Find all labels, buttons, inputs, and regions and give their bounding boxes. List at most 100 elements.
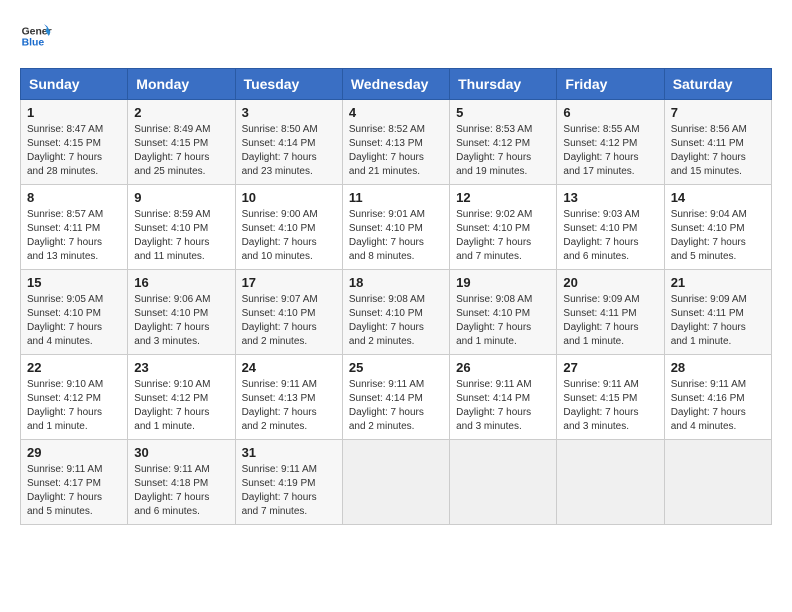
day-number: 6 [563,105,657,120]
day-info: Sunrise: 8:59 AMSunset: 4:10 PMDaylight:… [134,208,228,264]
calendar-cell: 15 Sunrise: 9:05 AMSunset: 4:10 PMDaylig… [21,270,128,355]
day-info: Sunrise: 9:01 AMSunset: 4:10 PMDaylight:… [349,208,443,264]
day-info: Sunrise: 9:11 AMSunset: 4:16 PMDaylight:… [671,378,765,434]
weekday-header-wednesday: Wednesday [342,69,449,100]
calendar-cell: 17 Sunrise: 9:07 AMSunset: 4:10 PMDaylig… [235,270,342,355]
weekday-header-tuesday: Tuesday [235,69,342,100]
day-number: 21 [671,275,765,290]
day-info: Sunrise: 9:11 AMSunset: 4:13 PMDaylight:… [242,378,336,434]
day-info: Sunrise: 8:53 AMSunset: 4:12 PMDaylight:… [456,123,550,179]
day-info: Sunrise: 9:02 AMSunset: 4:10 PMDaylight:… [456,208,550,264]
day-number: 19 [456,275,550,290]
calendar-cell: 8 Sunrise: 8:57 AMSunset: 4:11 PMDayligh… [21,185,128,270]
day-number: 7 [671,105,765,120]
day-info: Sunrise: 9:04 AMSunset: 4:10 PMDaylight:… [671,208,765,264]
day-number: 11 [349,190,443,205]
calendar-cell: 18 Sunrise: 9:08 AMSunset: 4:10 PMDaylig… [342,270,449,355]
day-info: Sunrise: 9:11 AMSunset: 4:15 PMDaylight:… [563,378,657,434]
calendar-week-3: 15 Sunrise: 9:05 AMSunset: 4:10 PMDaylig… [21,270,772,355]
day-number: 14 [671,190,765,205]
day-number: 30 [134,445,228,460]
calendar-week-1: 1 Sunrise: 8:47 AMSunset: 4:15 PMDayligh… [21,100,772,185]
day-info: Sunrise: 8:52 AMSunset: 4:13 PMDaylight:… [349,123,443,179]
day-info: Sunrise: 8:50 AMSunset: 4:14 PMDaylight:… [242,123,336,179]
calendar-cell: 23 Sunrise: 9:10 AMSunset: 4:12 PMDaylig… [128,355,235,440]
day-info: Sunrise: 9:09 AMSunset: 4:11 PMDaylight:… [671,293,765,349]
calendar-cell: 12 Sunrise: 9:02 AMSunset: 4:10 PMDaylig… [450,185,557,270]
day-number: 10 [242,190,336,205]
day-number: 3 [242,105,336,120]
calendar-cell: 27 Sunrise: 9:11 AMSunset: 4:15 PMDaylig… [557,355,664,440]
logo-icon: General Blue [20,20,52,52]
weekday-header-thursday: Thursday [450,69,557,100]
day-info: Sunrise: 9:11 AMSunset: 4:14 PMDaylight:… [456,378,550,434]
calendar-cell: 26 Sunrise: 9:11 AMSunset: 4:14 PMDaylig… [450,355,557,440]
day-number: 28 [671,360,765,375]
day-number: 29 [27,445,121,460]
logo: General Blue [20,20,56,52]
day-number: 20 [563,275,657,290]
day-number: 27 [563,360,657,375]
day-number: 26 [456,360,550,375]
day-number: 31 [242,445,336,460]
day-info: Sunrise: 9:03 AMSunset: 4:10 PMDaylight:… [563,208,657,264]
day-info: Sunrise: 8:56 AMSunset: 4:11 PMDaylight:… [671,123,765,179]
weekday-header-sunday: Sunday [21,69,128,100]
calendar-cell: 16 Sunrise: 9:06 AMSunset: 4:10 PMDaylig… [128,270,235,355]
day-info: Sunrise: 9:10 AMSunset: 4:12 PMDaylight:… [134,378,228,434]
day-info: Sunrise: 9:11 AMSunset: 4:19 PMDaylight:… [242,463,336,519]
calendar-cell: 7 Sunrise: 8:56 AMSunset: 4:11 PMDayligh… [664,100,771,185]
day-number: 1 [27,105,121,120]
day-info: Sunrise: 8:57 AMSunset: 4:11 PMDaylight:… [27,208,121,264]
day-number: 5 [456,105,550,120]
calendar-cell: 30 Sunrise: 9:11 AMSunset: 4:18 PMDaylig… [128,440,235,525]
day-number: 16 [134,275,228,290]
calendar-cell: 4 Sunrise: 8:52 AMSunset: 4:13 PMDayligh… [342,100,449,185]
day-info: Sunrise: 9:11 AMSunset: 4:18 PMDaylight:… [134,463,228,519]
page-header: General Blue [20,20,772,52]
calendar-cell: 11 Sunrise: 9:01 AMSunset: 4:10 PMDaylig… [342,185,449,270]
calendar-cell: 24 Sunrise: 9:11 AMSunset: 4:13 PMDaylig… [235,355,342,440]
calendar-table: SundayMondayTuesdayWednesdayThursdayFrid… [20,68,772,525]
day-number: 22 [27,360,121,375]
day-info: Sunrise: 9:11 AMSunset: 4:17 PMDaylight:… [27,463,121,519]
day-info: Sunrise: 9:05 AMSunset: 4:10 PMDaylight:… [27,293,121,349]
day-number: 23 [134,360,228,375]
calendar-cell: 20 Sunrise: 9:09 AMSunset: 4:11 PMDaylig… [557,270,664,355]
calendar-cell: 3 Sunrise: 8:50 AMSunset: 4:14 PMDayligh… [235,100,342,185]
calendar-cell: 10 Sunrise: 9:00 AMSunset: 4:10 PMDaylig… [235,185,342,270]
day-info: Sunrise: 9:11 AMSunset: 4:14 PMDaylight:… [349,378,443,434]
calendar-cell: 6 Sunrise: 8:55 AMSunset: 4:12 PMDayligh… [557,100,664,185]
day-info: Sunrise: 9:10 AMSunset: 4:12 PMDaylight:… [27,378,121,434]
calendar-cell: 2 Sunrise: 8:49 AMSunset: 4:15 PMDayligh… [128,100,235,185]
day-number: 15 [27,275,121,290]
weekday-header-friday: Friday [557,69,664,100]
day-number: 2 [134,105,228,120]
weekday-header-monday: Monday [128,69,235,100]
calendar-cell: 31 Sunrise: 9:11 AMSunset: 4:19 PMDaylig… [235,440,342,525]
day-number: 12 [456,190,550,205]
calendar-week-5: 29 Sunrise: 9:11 AMSunset: 4:17 PMDaylig… [21,440,772,525]
day-number: 9 [134,190,228,205]
calendar-cell: 19 Sunrise: 9:08 AMSunset: 4:10 PMDaylig… [450,270,557,355]
day-info: Sunrise: 9:07 AMSunset: 4:10 PMDaylight:… [242,293,336,349]
calendar-cell: 14 Sunrise: 9:04 AMSunset: 4:10 PMDaylig… [664,185,771,270]
calendar-cell [664,440,771,525]
day-number: 25 [349,360,443,375]
day-info: Sunrise: 9:08 AMSunset: 4:10 PMDaylight:… [349,293,443,349]
svg-text:Blue: Blue [22,38,45,49]
day-number: 13 [563,190,657,205]
calendar-cell [557,440,664,525]
calendar-cell: 1 Sunrise: 8:47 AMSunset: 4:15 PMDayligh… [21,100,128,185]
day-info: Sunrise: 8:47 AMSunset: 4:15 PMDaylight:… [27,123,121,179]
day-number: 18 [349,275,443,290]
day-number: 4 [349,105,443,120]
calendar-cell: 9 Sunrise: 8:59 AMSunset: 4:10 PMDayligh… [128,185,235,270]
day-info: Sunrise: 8:55 AMSunset: 4:12 PMDaylight:… [563,123,657,179]
day-info: Sunrise: 9:09 AMSunset: 4:11 PMDaylight:… [563,293,657,349]
calendar-cell [342,440,449,525]
calendar-cell: 21 Sunrise: 9:09 AMSunset: 4:11 PMDaylig… [664,270,771,355]
calendar-cell: 13 Sunrise: 9:03 AMSunset: 4:10 PMDaylig… [557,185,664,270]
day-info: Sunrise: 8:49 AMSunset: 4:15 PMDaylight:… [134,123,228,179]
day-info: Sunrise: 9:06 AMSunset: 4:10 PMDaylight:… [134,293,228,349]
